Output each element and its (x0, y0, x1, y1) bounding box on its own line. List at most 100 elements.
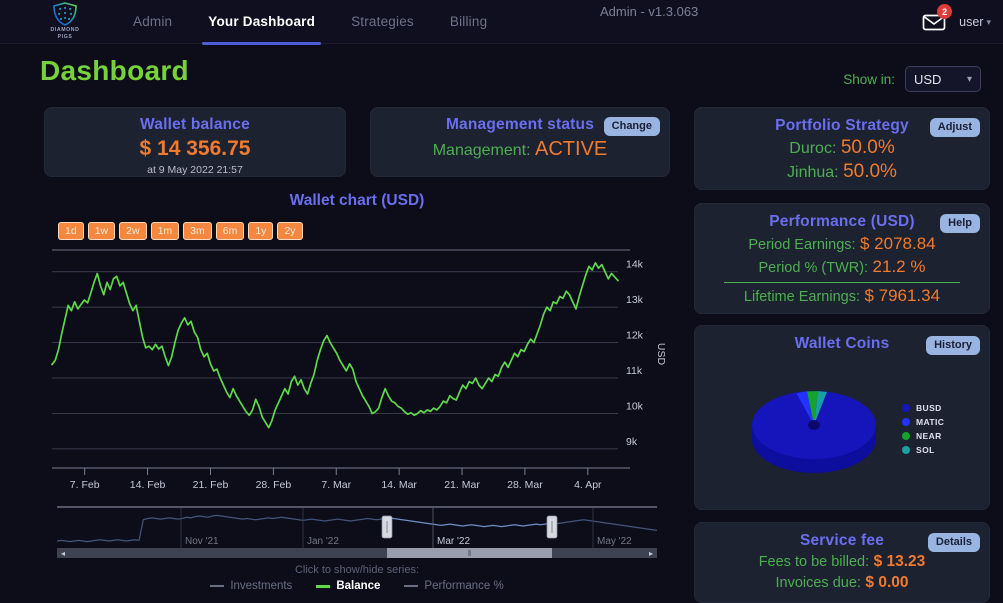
pie-legend-item-near[interactable]: NEAR (902, 431, 944, 441)
performance-help-button[interactable]: Help (940, 214, 980, 233)
logo-line-1: DIAMOND (51, 27, 80, 33)
performance-row-period-earnings: Period Earnings: $ 2078.84 (694, 234, 990, 254)
range-button-1w[interactable]: 1w (88, 222, 115, 240)
diamond-pigs-shield-icon (52, 2, 78, 26)
svg-text:21. Mar: 21. Mar (444, 479, 480, 491)
main-nav: Admin Your Dashboard Strategies Billing (115, 0, 505, 44)
period-earnings-value: $ 2078.84 (860, 234, 936, 253)
logo-line-2: PIGS (58, 34, 73, 40)
performance-row-lifetime: Lifetime Earnings: $ 7961.34 (694, 286, 990, 306)
portfolio-jinhua-label: Jinhua: (787, 164, 839, 181)
svg-text:28. Mar: 28. Mar (507, 479, 543, 491)
svg-text:14. Feb: 14. Feb (130, 479, 166, 491)
range-button-1m[interactable]: 1m (151, 222, 180, 240)
legend-series-label: Performance % (424, 580, 503, 592)
svg-text:12k: 12k (626, 330, 644, 342)
svg-text:⦀: ⦀ (468, 549, 472, 558)
nav-item-admin[interactable]: Admin (115, 0, 190, 44)
wallet-chart-panel: Wallet chart (USD) 1d 1w 2w 1m 3m 6m 1y … (40, 188, 674, 596)
nav-item-your-dashboard[interactable]: Your Dashboard (190, 0, 333, 44)
svg-text:7. Mar: 7. Mar (321, 479, 351, 491)
pie-legend: BUSD MATIC NEAR SOL (902, 403, 944, 459)
range-button-1d[interactable]: 1d (58, 222, 84, 240)
management-status-value: ACTIVE (535, 138, 607, 160)
app-version-label: Admin - v1.3.063 (600, 4, 698, 19)
wallet-chart-plot[interactable]: 9k10k11k12k13k14k7. Feb14. Feb21. Feb28.… (40, 248, 674, 498)
brand-logo-text: DIAMOND PIGS (51, 27, 80, 41)
performance-divider (724, 282, 960, 283)
messages-button[interactable]: 2 (921, 9, 947, 35)
legend-color-swatch (902, 432, 910, 440)
service-fee-row-billed: Fees to be billed: $ 13.23 (694, 553, 990, 571)
management-change-button[interactable]: Change (604, 117, 660, 136)
range-button-2w[interactable]: 2w (119, 222, 146, 240)
portfolio-duroc-value: 50.0% (841, 137, 895, 158)
legend-series-investments[interactable]: Investments (210, 580, 292, 592)
user-menu[interactable]: user ▾ (959, 15, 991, 29)
pie-legend-item-busd[interactable]: BUSD (902, 403, 944, 413)
page-title: Dashboard (40, 55, 189, 87)
pie-legend-label: SOL (916, 445, 935, 455)
top-bar-right-group: 2 user ▾ (921, 0, 991, 44)
management-status-card: Management status Change Management: ACT… (370, 107, 670, 177)
wallet-chart-title: Wallet chart (USD) (40, 192, 674, 210)
chart-navigator-svg[interactable]: Nov '21Jan '22Mar '22May '22⦀◂▸ (57, 506, 657, 558)
svg-text:11k: 11k (626, 365, 643, 377)
service-fee-details-button[interactable]: Details (928, 533, 980, 552)
legend-series-performance[interactable]: Performance % (404, 580, 503, 592)
pie-chart-svg (694, 353, 990, 493)
pie-legend-label: MATIC (916, 417, 944, 427)
portfolio-jinhua-value: 50.0% (843, 161, 897, 182)
period-twr-label: Period % (TWR): (759, 260, 869, 276)
chart-legend: Click to show/hide series: Investments B… (40, 564, 674, 592)
legend-line-swatch (210, 585, 224, 587)
nav-item-strategies[interactable]: Strategies (333, 0, 432, 44)
show-in-label: Show in: (843, 72, 895, 87)
portfolio-adjust-button[interactable]: Adjust (930, 118, 980, 137)
legend-color-swatch (902, 404, 910, 412)
wallet-coins-card: Wallet Coins History BUSD MATIC (694, 325, 990, 510)
service-fee-card: Service fee Details Fees to be billed: $… (694, 522, 990, 603)
nav-item-billing[interactable]: Billing (432, 0, 505, 44)
wallet-balance-amount: $ 14 356.75 (44, 137, 346, 161)
svg-text:21. Feb: 21. Feb (193, 479, 229, 491)
svg-text:7. Feb: 7. Feb (70, 479, 100, 491)
wallet-balance-timestamp: at 9 May 2022 21:57 (44, 164, 346, 176)
top-navigation-bar: DIAMOND PIGS Admin Your Dashboard Strate… (0, 0, 1003, 44)
wallet-balance-title: Wallet balance (44, 116, 346, 134)
legend-series-balance[interactable]: Balance (316, 580, 380, 592)
y-axis-title: USD (655, 343, 667, 365)
invoices-due-label: Invoices due: (775, 575, 860, 591)
performance-card: Performance (USD) Help Period Earnings: … (694, 203, 990, 314)
wallet-balance-card: Wallet balance $ 14 356.75 at 9 May 2022… (44, 107, 346, 177)
pie-legend-item-matic[interactable]: MATIC (902, 417, 944, 427)
range-button-1y[interactable]: 1y (248, 222, 273, 240)
wallet-chart-svg: 9k10k11k12k13k14k7. Feb14. Feb21. Feb28.… (40, 248, 674, 498)
range-button-2y[interactable]: 2y (277, 222, 302, 240)
svg-text:14. Mar: 14. Mar (381, 479, 417, 491)
pie-legend-item-sol[interactable]: SOL (902, 445, 944, 455)
legend-line-swatch (404, 585, 418, 587)
chart-legend-hint: Click to show/hide series: (40, 564, 674, 576)
chart-navigator[interactable]: Nov '21Jan '22Mar '22May '22⦀◂▸ (57, 506, 657, 558)
brand-logo[interactable]: DIAMOND PIGS (35, 2, 95, 41)
chart-legend-series: Investments Balance Performance % (40, 580, 674, 592)
management-status-label: Management: (433, 142, 531, 159)
range-button-6m[interactable]: 6m (216, 222, 245, 240)
currency-select[interactable]: USD ▾ (905, 66, 981, 92)
svg-text:Mar '22: Mar '22 (437, 536, 470, 547)
svg-text:4. Apr: 4. Apr (574, 479, 602, 491)
portfolio-duroc-label: Duroc: (789, 140, 836, 157)
management-status-row: Management: ACTIVE (370, 138, 670, 161)
range-button-3m[interactable]: 3m (183, 222, 212, 240)
portfolio-row-duroc: Duroc: 50.0% (694, 137, 990, 159)
fees-to-be-billed-label: Fees to be billed: (759, 554, 869, 570)
svg-text:9k: 9k (626, 436, 638, 448)
legend-series-label: Investments (230, 580, 292, 592)
svg-text:13k: 13k (626, 294, 644, 306)
chevron-down-icon: ▾ (967, 74, 972, 85)
currency-selector-group: Show in: USD ▾ (843, 66, 981, 92)
currency-select-value: USD (914, 72, 941, 87)
service-fee-row-invoices: Invoices due: $ 0.00 (694, 574, 990, 592)
invoices-due-value: $ 0.00 (865, 574, 908, 591)
